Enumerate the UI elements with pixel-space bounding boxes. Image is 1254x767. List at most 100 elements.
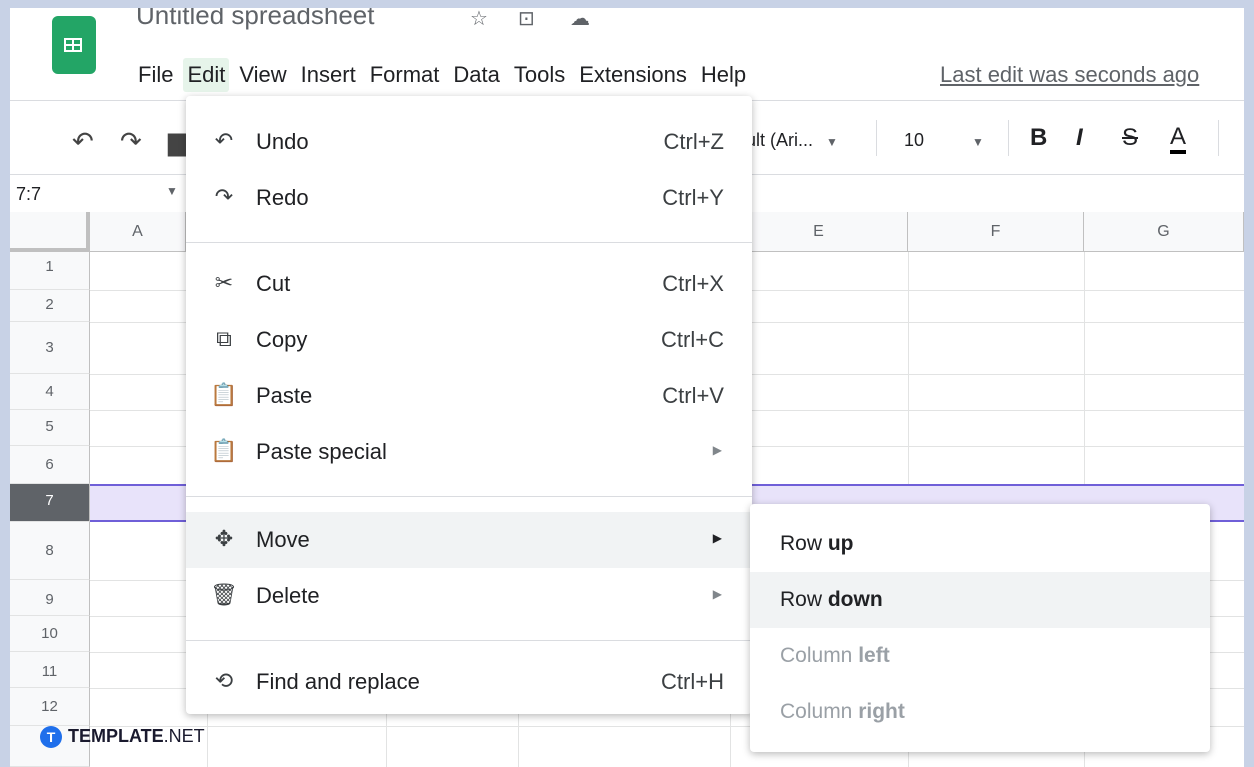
row-header-5[interactable]: 5 [10, 410, 90, 446]
font-size-value: 10 [904, 130, 925, 150]
submenu-item-row-up[interactable]: Row up [750, 516, 1210, 572]
menu-view[interactable]: View [235, 58, 290, 92]
select-all-corner[interactable] [10, 212, 90, 252]
column-header-e[interactable]: E [730, 212, 908, 252]
row-header-8[interactable]: 8 [10, 522, 90, 580]
font-family-select[interactable]: ult (Ari... ▼ [746, 130, 838, 151]
toolbar-separator [876, 120, 877, 156]
chevron-down-icon: ▼ [826, 135, 838, 149]
column-header-a[interactable]: A [90, 212, 186, 252]
redo-icon: ↷ [214, 184, 234, 209]
menu-item-cut[interactable]: ✂ Cut Ctrl+X [186, 256, 752, 312]
menu-item-label: Cut [256, 271, 291, 296]
menu-item-move[interactable]: ✥ Move ▶ [186, 512, 752, 568]
menu-item-label: Move [256, 527, 310, 552]
menu-item-label: Copy [256, 327, 308, 352]
menu-item-label: Find and replace [256, 669, 420, 694]
submenu-item-emphasis: left [858, 644, 890, 667]
menu-insert[interactable]: Insert [297, 58, 360, 92]
menu-item-redo[interactable]: ↷ Redo Ctrl+Y [186, 170, 752, 226]
move-submenu: Row up Row down Column left Column right [750, 504, 1210, 752]
cloud-status-icon[interactable]: ☁ [570, 8, 590, 31]
submenu-arrow-icon: ▶ [712, 443, 722, 457]
submenu-arrow-icon: ▶ [712, 587, 722, 601]
bold-button[interactable]: B [1030, 124, 1047, 152]
clipboard-icon: 📋 [210, 382, 238, 407]
last-edit-link[interactable]: Last edit was seconds ago [940, 62, 1199, 88]
watermark-suffix: .NET [163, 726, 205, 746]
chevron-down-icon: ▼ [972, 135, 984, 149]
submenu-item-emphasis: right [858, 700, 905, 723]
menu-item-paste[interactable]: 📋 Paste Ctrl+V [186, 368, 752, 424]
menu-item-find-replace[interactable]: ⟲ Find and replace Ctrl+H [186, 654, 752, 710]
document-title[interactable]: Untitled spreadsheet [136, 8, 374, 30]
submenu-item-row-down[interactable]: Row down [750, 572, 1210, 628]
menu-item-delete[interactable]: 🗑 Delete ▶ [186, 568, 752, 624]
undo-icon: ↶ [214, 128, 234, 153]
font-size-select[interactable]: 10 ▼ [904, 130, 984, 151]
shortcut-label: Ctrl+Y [662, 185, 724, 210]
trash-icon: 🗑 [210, 582, 238, 607]
row-header-3[interactable]: 3 [10, 322, 90, 374]
menu-item-paste-special[interactable]: 📋 Paste special ▶ [186, 424, 752, 480]
menu-item-label: Delete [256, 583, 320, 608]
move-to-folder-icon[interactable]: ⊡ [518, 8, 535, 31]
menu-divider [186, 496, 752, 497]
chevron-down-icon[interactable]: ▼ [166, 184, 178, 198]
column-header-f[interactable]: F [908, 212, 1084, 252]
row-header-1[interactable]: 1 [10, 252, 90, 290]
scissors-icon: ✂ [214, 270, 234, 295]
menu-item-label: Undo [256, 129, 309, 154]
star-icon[interactable]: ☆ [470, 8, 488, 31]
menu-item-undo[interactable]: ↶ Undo Ctrl+Z [186, 114, 752, 170]
row-header-9[interactable]: 9 [10, 580, 90, 616]
menu-extensions[interactable]: Extensions [575, 58, 691, 92]
submenu-arrow-icon: ▶ [712, 531, 722, 545]
menu-item-label: Paste [256, 383, 313, 408]
submenu-item-emphasis: up [827, 532, 854, 555]
shortcut-label: Ctrl+Z [663, 129, 725, 154]
submenu-item-column-left: Column left [750, 628, 1210, 684]
row-header-10[interactable]: 10 [10, 616, 90, 652]
submenu-item-prefix: Row [780, 588, 828, 611]
menu-help[interactable]: Help [697, 58, 750, 92]
menu-file[interactable]: File [134, 58, 177, 92]
name-box[interactable]: 7:7 [16, 184, 41, 205]
strikethrough-button[interactable]: S [1122, 124, 1138, 152]
menu-data[interactable]: Data [449, 58, 503, 92]
submenu-item-column-right: Column right [750, 684, 1210, 740]
submenu-item-prefix: Row [780, 532, 828, 555]
row-header-6[interactable]: 6 [10, 446, 90, 484]
column-header-g[interactable]: G [1084, 212, 1244, 252]
italic-button[interactable]: I [1076, 124, 1083, 152]
row-header-2[interactable]: 2 [10, 290, 90, 322]
menu-divider [186, 242, 752, 243]
shortcut-label: Ctrl+C [661, 327, 724, 352]
text-color-button[interactable]: A [1170, 124, 1187, 154]
row-header-7[interactable]: 7 [10, 484, 90, 522]
row-header-12[interactable]: 12 [10, 688, 90, 726]
edit-menu-dropdown: ↶ Undo Ctrl+Z ↷ Redo Ctrl+Y ✂ Cut Ctrl+X… [186, 96, 752, 714]
toolbar-separator [1008, 120, 1009, 156]
copy-icon: ⧉ [216, 326, 232, 351]
undo-toolbar-icon[interactable]: ↶ [72, 126, 94, 157]
print-icon[interactable]: ▆ [168, 126, 188, 157]
menu-item-copy[interactable]: ⧉ Copy Ctrl+C [186, 312, 752, 368]
clipboard-icon: 📋 [210, 438, 238, 463]
submenu-item-emphasis: down [827, 588, 883, 611]
shortcut-label: Ctrl+H [661, 669, 724, 694]
row-header-4[interactable]: 4 [10, 374, 90, 410]
redo-toolbar-icon[interactable]: ↷ [120, 126, 142, 157]
menu-tools[interactable]: Tools [510, 58, 569, 92]
move-icon: ✥ [214, 526, 234, 551]
row-header-11[interactable]: 11 [10, 652, 90, 688]
template-logo-icon: T [40, 726, 62, 749]
sheets-logo-icon[interactable] [52, 16, 96, 74]
submenu-item-prefix: Column [780, 644, 859, 667]
menu-format[interactable]: Format [366, 58, 444, 92]
submenu-item-prefix: Column [780, 700, 859, 723]
menu-edit[interactable]: Edit [183, 58, 230, 92]
font-family-value: ult (Ari... [746, 130, 814, 150]
menu-divider [186, 640, 752, 641]
shortcut-label: Ctrl+X [662, 271, 724, 296]
